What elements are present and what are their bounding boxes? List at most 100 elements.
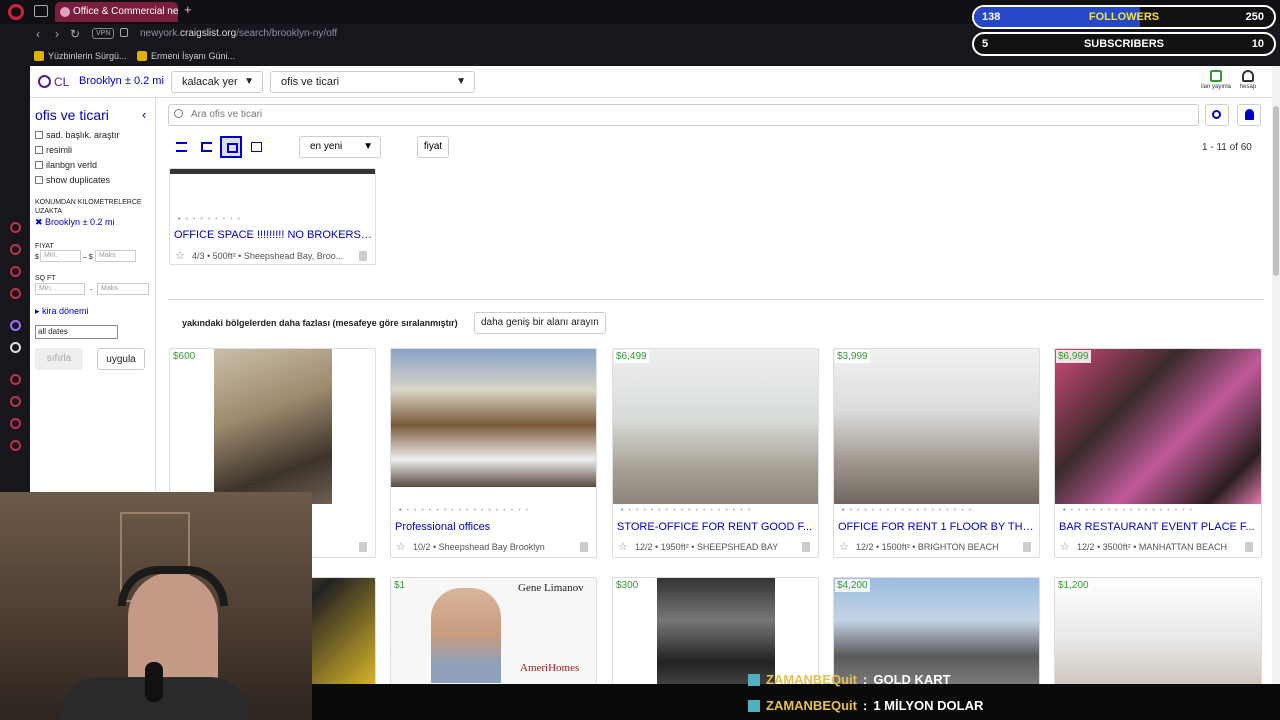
- listing-image[interactable]: [1055, 578, 1261, 686]
- location-link[interactable]: Brooklyn ± 0.2 mi: [79, 75, 164, 87]
- list-view-button[interactable]: [170, 136, 192, 158]
- back-icon[interactable]: ‹: [36, 27, 40, 41]
- listing-card[interactable]: $300: [612, 577, 819, 686]
- apply-button[interactable]: uygula: [97, 348, 145, 370]
- listing-image[interactable]: [391, 349, 596, 487]
- hide-trash-icon[interactable]: [1023, 542, 1031, 552]
- area-select[interactable]: kalacak yer ▼: [171, 71, 263, 93]
- search-button[interactable]: [1205, 104, 1229, 126]
- settings-icon[interactable]: [10, 440, 21, 451]
- sidebar-app-icon[interactable]: [10, 288, 21, 299]
- sqft-min-input[interactable]: Min.: [35, 283, 85, 295]
- map-view-button[interactable]: [245, 136, 267, 158]
- filter-show-duplicates[interactable]: show duplicates: [35, 175, 110, 185]
- listing-image[interactable]: [613, 349, 818, 504]
- favorite-star-icon[interactable]: ☆: [396, 540, 406, 553]
- forward-icon[interactable]: ›: [55, 27, 59, 41]
- listing-title[interactable]: OFFICE FOR RENT 1 FLOOR BY THE...: [838, 521, 1036, 533]
- rent-period-toggle[interactable]: ▸ kira dönemi: [35, 306, 89, 317]
- listing-image[interactable]: [834, 349, 1039, 504]
- workspace-icon[interactable]: [34, 5, 48, 17]
- site-logo[interactable]: CL: [54, 75, 69, 89]
- category-select[interactable]: ofis ve ticari ▼: [270, 71, 475, 93]
- listing-card[interactable]: $4,200: [833, 577, 1040, 686]
- hide-trash-icon[interactable]: [359, 251, 367, 261]
- reset-button[interactable]: sıfırla: [35, 348, 83, 370]
- listing-card[interactable]: •••••••••••••••••• Professional offices …: [390, 348, 597, 558]
- listing-card[interactable]: $3,999 •••••••••••••••••• OFFICE FOR REN…: [833, 348, 1040, 558]
- detail-view-button[interactable]: [195, 136, 217, 158]
- dates-select[interactable]: all dates: [35, 325, 118, 339]
- sidebar-app-icon[interactable]: [10, 244, 21, 255]
- listing-title[interactable]: OFFICE SPACE !!!!!!!!! NO BROKERS F...: [174, 229, 372, 241]
- search-input[interactable]: Ara ofis ve ticari: [168, 104, 1199, 126]
- listing-image[interactable]: [170, 169, 375, 174]
- carousel-dots[interactable]: •••••••••: [178, 216, 245, 223]
- widen-search-button[interactable]: daha geniş bir alanı arayın: [474, 312, 606, 334]
- listing-image[interactable]: [834, 578, 1039, 686]
- hide-trash-icon[interactable]: [359, 542, 367, 552]
- peace-logo-icon[interactable]: [38, 75, 51, 88]
- listing-image[interactable]: [214, 349, 332, 504]
- favorite-star-icon[interactable]: ☆: [175, 249, 185, 262]
- listing-title[interactable]: STORE-OFFICE FOR RENT GOOD F...: [617, 521, 815, 533]
- listing-card[interactable]: $1 Gene Limanov AmeriHomes: [390, 577, 597, 686]
- checkbox[interactable]: [35, 146, 43, 154]
- carousel-dots[interactable]: ••••••••••••••••••: [842, 507, 976, 514]
- bookmark-item[interactable]: Ermeni İsyanı Güni...: [137, 51, 235, 61]
- filter-title-only[interactable]: sad. başlık. araştır: [35, 130, 120, 140]
- hide-trash-icon[interactable]: [802, 542, 810, 552]
- favorite-star-icon[interactable]: ☆: [839, 540, 849, 553]
- sidebar-app-icon[interactable]: [10, 222, 21, 233]
- checkbox[interactable]: [35, 176, 43, 184]
- filter-has-image[interactable]: resimli: [35, 145, 72, 155]
- post-label: ilan yayınla: [1200, 84, 1232, 90]
- listing-image[interactable]: [657, 578, 775, 686]
- opera-logo-icon[interactable]: [8, 4, 24, 20]
- listing-title[interactable]: BAR RESTAURANT EVENT PLACE F...: [1059, 521, 1257, 533]
- listing-card[interactable]: $6,999 •••••••••••••••••• BAR RESTAURANT…: [1054, 348, 1262, 558]
- sqft-max-input[interactable]: Maks: [97, 283, 149, 295]
- sidebar-app-icon[interactable]: [10, 418, 21, 429]
- listing-card[interactable]: $1,200: [1054, 577, 1262, 686]
- carousel-dots[interactable]: ••••••••••••••••••: [621, 507, 755, 514]
- filter-posted-today[interactable]: ilanbgn verld: [35, 160, 97, 170]
- gallery-icon: [227, 143, 238, 153]
- carousel-dots[interactable]: ••••••••••••••••••: [1063, 507, 1197, 514]
- bookmark-item[interactable]: Yüzbinlerin Sürgü...: [34, 51, 127, 61]
- alert-button[interactable]: [1237, 104, 1261, 126]
- url-field[interactable]: newyork.craigslist.org/search/brooklyn-n…: [140, 28, 337, 39]
- tab-active[interactable]: Office & Commercial near: [55, 2, 178, 22]
- reload-icon[interactable]: ↻: [70, 27, 80, 41]
- sidebar-app-icon[interactable]: [10, 374, 21, 385]
- hide-trash-icon[interactable]: [580, 542, 588, 552]
- collapse-icon[interactable]: ‹: [142, 107, 146, 122]
- listing-card[interactable]: $6,499 •••••••••••••••••• STORE-OFFICE F…: [612, 348, 819, 558]
- hide-trash-icon[interactable]: [1245, 542, 1253, 552]
- carousel-dots[interactable]: ••••••••••••••••••: [399, 507, 533, 514]
- favorite-star-icon[interactable]: ☆: [618, 540, 628, 553]
- price-min-input[interactable]: Min.: [40, 250, 81, 262]
- page-scrollbar[interactable]: [1272, 66, 1280, 686]
- lock-icon[interactable]: [120, 28, 128, 37]
- listing-meta: 12/2 • 1950ft² • SHEEPSHEAD BAY: [635, 542, 779, 552]
- scrollbar-thumb[interactable]: [1273, 106, 1279, 276]
- listing-image[interactable]: [1055, 349, 1261, 504]
- new-tab-button[interactable]: +: [184, 2, 192, 17]
- checkbox[interactable]: [35, 161, 43, 169]
- favorite-star-icon[interactable]: ☆: [1060, 540, 1070, 553]
- vpn-badge[interactable]: VPN: [92, 28, 115, 39]
- price-max-input[interactable]: Maks: [95, 250, 136, 262]
- sidebar-app-icon[interactable]: [10, 266, 21, 277]
- history-icon[interactable]: [10, 396, 21, 407]
- distance-value[interactable]: ✖ Brooklyn ± 0.2 mi: [35, 217, 115, 228]
- account-button[interactable]: hesap: [1228, 70, 1268, 90]
- gallery-view-button[interactable]: [220, 136, 242, 158]
- listing-title[interactable]: Professional offices: [395, 521, 593, 533]
- twitch-icon[interactable]: [10, 320, 21, 331]
- listing-card[interactable]: ••••••••• OFFICE SPACE !!!!!!!!! NO BROK…: [169, 168, 376, 265]
- sort-select[interactable]: en yeni ▼: [299, 136, 381, 158]
- x-icon[interactable]: [10, 342, 21, 353]
- checkbox[interactable]: [35, 131, 43, 139]
- price-sort-button[interactable]: fiyat: [417, 136, 449, 158]
